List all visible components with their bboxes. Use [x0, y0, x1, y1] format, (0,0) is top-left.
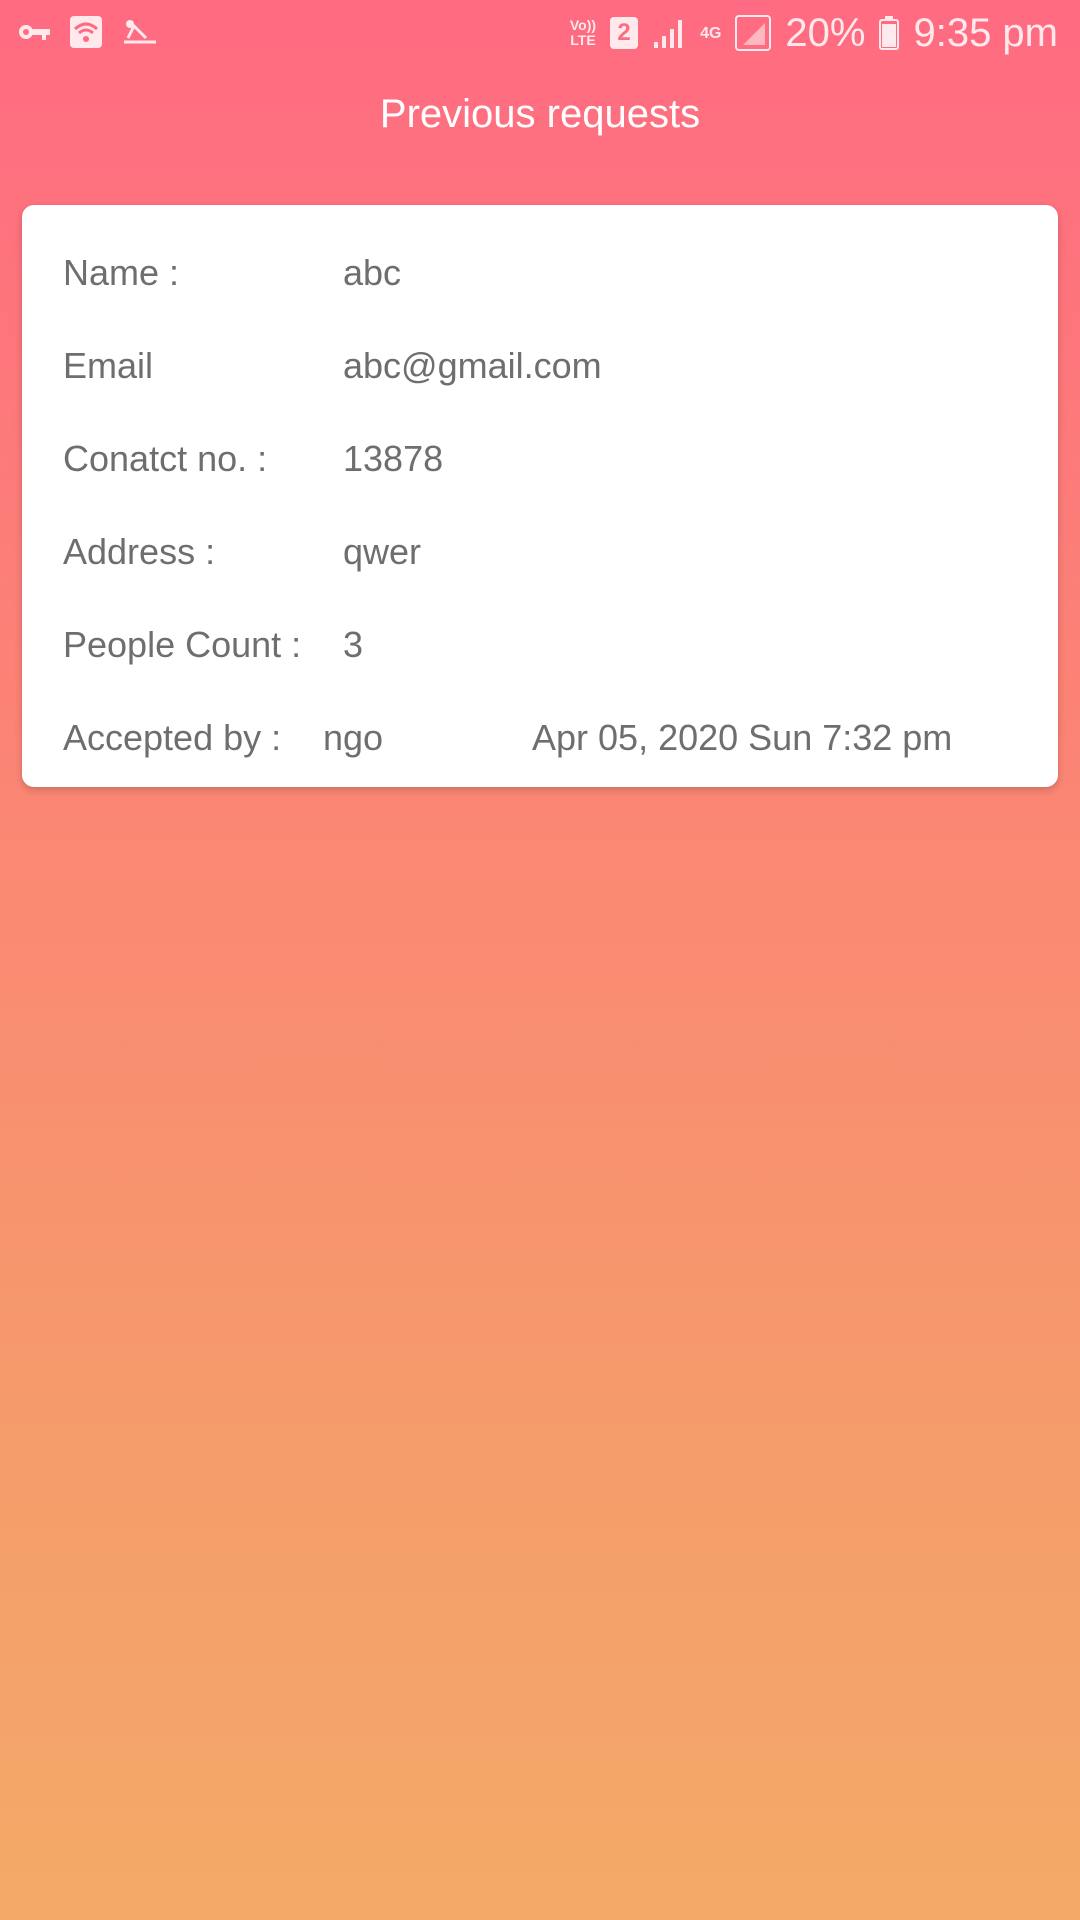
- battery-percent: 20%: [785, 11, 866, 55]
- wifi-icon: [70, 16, 102, 48]
- accepted-by-label: Accepted by :: [63, 717, 282, 758]
- status-bar: Vo)) LTE 2 4G 20% 9:35 pm: [0, 0, 1080, 66]
- clock: 9:35 pm: [913, 11, 1058, 55]
- name-label: Name :: [63, 252, 180, 293]
- accepted-by-value: ngo: [323, 717, 384, 758]
- status-right-icons: Vo)) LTE 2 4G 20% 9:35 pm: [570, 10, 1058, 56]
- battery-icon: [879, 16, 900, 50]
- people-count-label: People Count :: [63, 624, 302, 665]
- address-value: qwer: [343, 531, 422, 572]
- signal-icon: [652, 16, 686, 50]
- email-value: abc@gmail.com: [343, 345, 602, 386]
- network-type-label: 4G: [700, 24, 722, 42]
- contact-label: Conatct no. :: [63, 438, 268, 479]
- vpn-key-icon: [16, 14, 52, 50]
- name-value: abc: [343, 252, 402, 293]
- volte-bottom-label: LTE: [570, 32, 596, 48]
- signal-box-icon: [735, 15, 772, 51]
- page-title: Previous requests: [379, 92, 701, 136]
- status-left-icons: [16, 14, 160, 50]
- people-count-value: 3: [343, 624, 364, 665]
- mode-icon: [120, 16, 160, 48]
- volte-top-label: Vo)): [569, 17, 597, 33]
- sim-badge: 2: [610, 17, 639, 49]
- address-label: Address :: [63, 531, 216, 572]
- request-card[interactable]: Name : abc Email abc@gmail.com Conatct n…: [22, 205, 1058, 787]
- request-date: Apr 05, 2020 Sun 7:32 pm: [532, 717, 953, 758]
- volte-icon: Vo)) LTE: [570, 18, 596, 48]
- contact-value: 13878: [343, 438, 444, 479]
- email-label: Email: [63, 345, 154, 386]
